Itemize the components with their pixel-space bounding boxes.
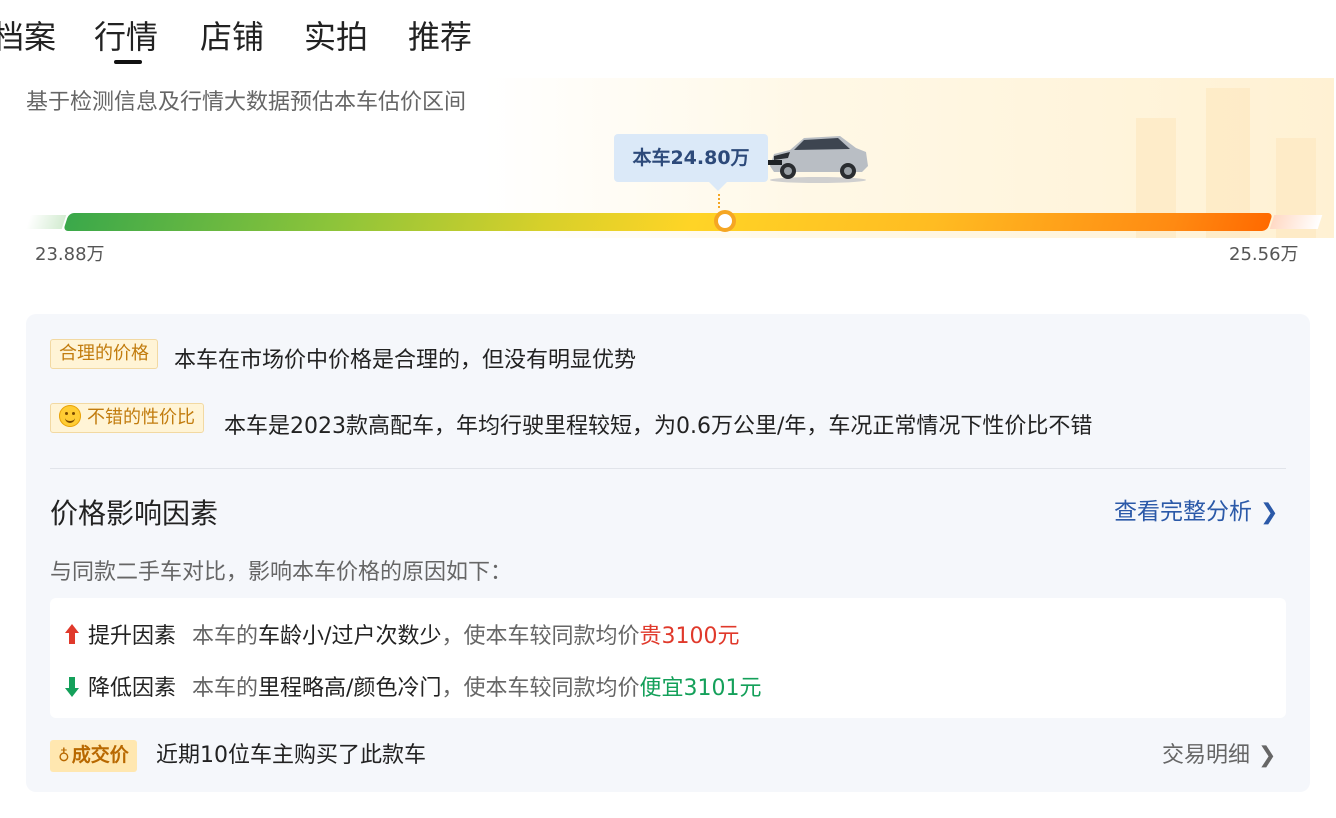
- increase-result: 贵3100元: [639, 624, 740, 649]
- section-subtitle: 与同款二手车对比，影响本车价格的原因如下：: [50, 560, 513, 585]
- tab-store[interactable]: 店铺: [200, 14, 264, 60]
- smile-icon: [59, 405, 81, 427]
- marker-guide-line: [718, 194, 720, 208]
- price-range-scale: [25, 213, 1334, 231]
- increase-middle: ，使本车较同款均价: [441, 624, 640, 649]
- arrow-down-icon: [64, 676, 80, 698]
- callout-pointer: [708, 181, 728, 191]
- reasonable-price-text: 本车在市场价中价格是合理的，但没有明显优势: [174, 348, 637, 373]
- current-price-marker: [714, 210, 736, 232]
- deal-icon: ♁: [58, 746, 70, 765]
- factor-list: 提升因素 本车的车龄小/过户次数少，使本车较同款均价贵3100元 降低因素 本车的里…: [50, 598, 1286, 718]
- decrease-reasons: 里程略高/颜色冷门: [258, 676, 442, 701]
- tab-recommend[interactable]: 推荐: [408, 14, 472, 60]
- transaction-detail-link[interactable]: 交易明细 ❯: [1162, 740, 1276, 772]
- tab-market[interactable]: 行情: [94, 14, 158, 60]
- active-tab-indicator: [114, 60, 142, 64]
- decrease-result: 便宜3101元: [639, 676, 762, 701]
- increase-reasons: 车龄小/过户次数少: [258, 624, 442, 649]
- deal-badge-label: 成交价: [71, 744, 129, 766]
- tab-archive[interactable]: 档案: [0, 14, 56, 60]
- divider: [50, 468, 1286, 469]
- price-analysis-card: 合理的价格 本车在市场价中价格是合理的，但没有明显优势 不错的性价比 本车是20…: [26, 314, 1310, 792]
- full-analysis-link[interactable]: 查看完整分析 ❯: [1114, 492, 1278, 526]
- estimate-description: 基于检测信息及行情大数据预估本车估价区间: [26, 90, 467, 115]
- current-price-callout: 本车24.80万: [614, 134, 768, 182]
- arrow-up-icon: [64, 624, 80, 646]
- scale-left-cap: [25, 215, 67, 229]
- deal-text: 近期10位车主购买了此款车: [156, 743, 426, 768]
- full-analysis-link-label: 查看完整分析: [1114, 499, 1252, 525]
- tab-bar: 档案 行情 店铺 实拍 推荐: [0, 0, 1336, 76]
- tab-photos[interactable]: 实拍: [304, 14, 368, 60]
- value-text: 本车是2023款高配车，年均行驶里程较短，为0.6万公里/年，车况正常情况下性价…: [224, 414, 1093, 439]
- transaction-detail-label: 交易明细: [1162, 743, 1251, 768]
- value-badge: 不错的性价比: [50, 403, 204, 433]
- car-image: [768, 136, 868, 183]
- section-title: 价格影响因素: [50, 497, 219, 530]
- deal-price-badge: ♁ 成交价: [50, 740, 137, 772]
- min-price-label: 23.88万: [35, 244, 105, 265]
- reasonable-price-badge: 合理的价格: [50, 339, 158, 369]
- decrease-middle: ，使本车较同款均价: [441, 676, 640, 701]
- price-range-bar: [63, 213, 1273, 231]
- max-price-label: 25.56万: [1229, 244, 1299, 265]
- chevron-right-icon: ❯: [1258, 743, 1277, 768]
- value-badge-label: 不错的性价比: [87, 407, 195, 428]
- increase-factor-label: 提升因素: [88, 624, 177, 649]
- scale-right-cap: [1269, 215, 1323, 229]
- decrease-factor-row: 降低因素 本车的里程略高/颜色冷门，使本车较同款均价便宜3101元: [64, 670, 761, 702]
- increase-factor-row: 提升因素 本车的车龄小/过户次数少，使本车较同款均价贵3100元: [64, 618, 739, 650]
- increase-prefix: 本车的: [192, 624, 259, 649]
- decrease-prefix: 本车的: [192, 676, 259, 701]
- chevron-right-icon: ❯: [1260, 500, 1279, 525]
- decrease-factor-label: 降低因素: [88, 676, 177, 701]
